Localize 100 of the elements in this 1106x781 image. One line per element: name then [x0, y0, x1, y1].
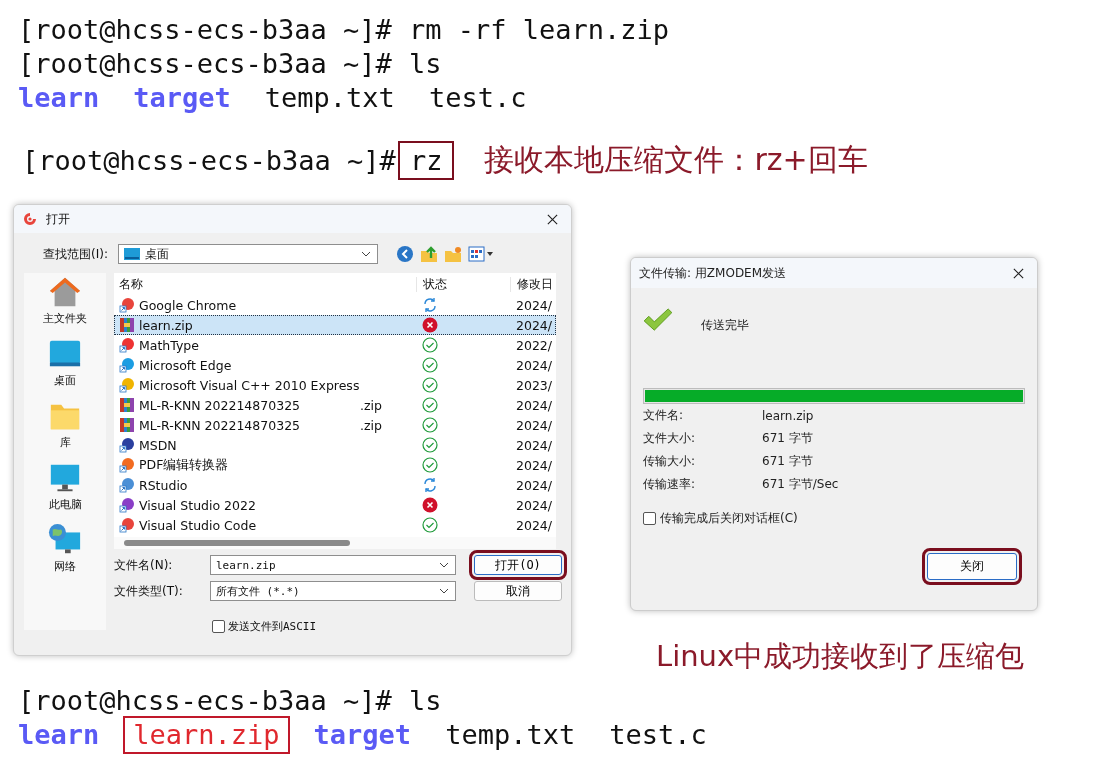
- annotation-text: Linux中成功接收到了压缩包: [656, 638, 1026, 675]
- place-item[interactable]: 此电脑: [27, 461, 103, 523]
- file-row[interactable]: ML-R-KNN 202214870325 .zip 2024/: [114, 415, 556, 435]
- file-name: MathType: [139, 337, 199, 353]
- file-name: learn.zip: [125, 718, 288, 752]
- file-date: 2024/: [515, 357, 554, 373]
- annotation-text: 接收本地压缩文件：rz+回车: [484, 140, 868, 179]
- shell-command: rz: [399, 142, 453, 178]
- file-row[interactable]: Visual Studio 2022 2024/: [114, 495, 556, 515]
- place-item[interactable]: 网络: [27, 523, 103, 585]
- checkbox-label: 传输完成后关闭对话框(C): [660, 510, 798, 527]
- file-row[interactable]: Microsoft Edge 2024/: [114, 355, 556, 375]
- check-circle-icon: [422, 457, 438, 473]
- sync-icon: [422, 297, 438, 313]
- file-name-field[interactable]: learn.zip: [210, 555, 456, 575]
- file-name: Microsoft Edge: [139, 357, 232, 373]
- shortcut-icon: [119, 517, 135, 533]
- archive-icon: [119, 417, 135, 433]
- horizontal-scrollbar[interactable]: [114, 537, 556, 549]
- checkbox-label: 发送文件到ASCII: [228, 619, 317, 634]
- column-header[interactable]: 状态: [416, 276, 510, 292]
- file-row[interactable]: MathType 2022/: [114, 335, 556, 355]
- place-item[interactable]: 主文件夹: [27, 275, 103, 337]
- file-name: PDF编辑转换器: [139, 456, 229, 474]
- file-name: learn.zip: [139, 317, 193, 333]
- desktop-icon: [124, 248, 140, 260]
- checkbox[interactable]: [643, 512, 656, 525]
- archive-icon: [119, 317, 135, 333]
- dialog-title: 文件传输: 用ZMODEM发送: [639, 264, 787, 282]
- shortcut-icon: [119, 437, 135, 453]
- file-name: MSDN: [139, 437, 177, 453]
- chevron-down-icon: [439, 588, 449, 594]
- file-row[interactable]: learn.zip 2024/: [114, 315, 556, 335]
- file-name: ML-R-KNN 202214870325: [139, 397, 301, 413]
- check-circle-icon: [422, 517, 438, 533]
- file-name: learn: [18, 718, 100, 752]
- file-name: Visual Studio 2022: [139, 497, 256, 513]
- close-icon[interactable]: [1012, 266, 1025, 280]
- file-row[interactable]: RStudio 2024/: [114, 475, 556, 495]
- file-date: 2023/: [515, 377, 554, 393]
- field-label: 传输速率:: [643, 476, 697, 493]
- house-icon: [48, 275, 82, 309]
- file-date: 2024/: [515, 417, 554, 433]
- cancel-button[interactable]: 取消: [474, 581, 562, 601]
- file-name: target: [133, 81, 231, 115]
- close-icon[interactable]: [546, 212, 559, 226]
- shortcut-icon: [119, 457, 135, 473]
- up-folder-icon[interactable]: [420, 245, 438, 263]
- checkmark-icon: [643, 308, 673, 332]
- file-type-dropdown[interactable]: 所有文件 (*.*): [210, 581, 456, 601]
- shortcut-icon: [119, 377, 135, 393]
- file-name: Microsoft Visual C++ 2010 Express: [139, 377, 360, 393]
- field-value: 671 字节/Sec: [762, 476, 839, 493]
- check-circle-icon: [422, 357, 438, 373]
- check-circle-icon: [422, 377, 438, 393]
- error-icon: [422, 497, 438, 513]
- checkbox[interactable]: [212, 620, 225, 633]
- file-name: test.c: [609, 718, 707, 752]
- file-date: 2024/: [515, 497, 554, 513]
- file-date: 2024/: [515, 517, 554, 533]
- file-date: 2024/: [515, 437, 554, 453]
- field-label: 文件名:: [643, 407, 685, 424]
- back-icon[interactable]: [396, 245, 414, 263]
- shortcut-icon: [119, 497, 135, 513]
- place-item[interactable]: 桌面: [27, 337, 103, 399]
- place-item[interactable]: 库: [27, 399, 103, 461]
- shell-prompt: [root@hcss-ecs-b3aa ~]#: [18, 684, 392, 718]
- look-in-dropdown[interactable]: 桌面: [118, 244, 378, 264]
- file-extension: .zip: [360, 417, 382, 433]
- file-row[interactable]: Microsoft Visual C++ 2010 Express 2023/: [114, 375, 556, 395]
- shell-command: rm -rf learn.zip: [408, 13, 669, 47]
- file-row[interactable]: PDF编辑转换器 2024/: [114, 455, 556, 475]
- file-row[interactable]: MSDN 2024/: [114, 435, 556, 455]
- shortcut-icon: [119, 337, 135, 353]
- field-value: 671 字节: [762, 430, 813, 447]
- column-header[interactable]: 修改日: [510, 276, 556, 292]
- file-name: Google Chrome: [139, 297, 237, 313]
- file-name: test.c: [428, 81, 527, 115]
- column-header[interactable]: 名称: [114, 276, 416, 292]
- check-circle-icon: [422, 437, 438, 453]
- file-name: Visual Studio Code: [139, 517, 257, 533]
- check-circle-icon: [422, 417, 438, 433]
- file-name: learn: [18, 81, 100, 115]
- file-row[interactable]: ML-R-KNN 202214870325 .zip 2024/: [114, 395, 556, 415]
- dialog-title: 打开: [46, 210, 71, 228]
- view-menu-icon[interactable]: [468, 245, 494, 263]
- sync-icon: [422, 477, 438, 493]
- check-circle-icon: [422, 337, 438, 353]
- file-row[interactable]: Visual Studio Code 2024/: [114, 515, 556, 535]
- chevron-down-icon: [439, 562, 449, 568]
- file-date: 2024/: [515, 397, 554, 413]
- field-value: 671 字节: [762, 453, 813, 470]
- shell-command: ls: [408, 47, 442, 81]
- shell-prompt: [root@hcss-ecs-b3aa ~]#: [22, 144, 396, 176]
- shell-command: ls: [408, 684, 442, 718]
- file-row[interactable]: Google Chrome 2024/: [114, 295, 556, 315]
- file-date: 2024/: [515, 477, 554, 493]
- file-name: temp.txt: [445, 718, 576, 752]
- file-name: temp.txt: [264, 81, 395, 115]
- file-name: target: [313, 718, 412, 752]
